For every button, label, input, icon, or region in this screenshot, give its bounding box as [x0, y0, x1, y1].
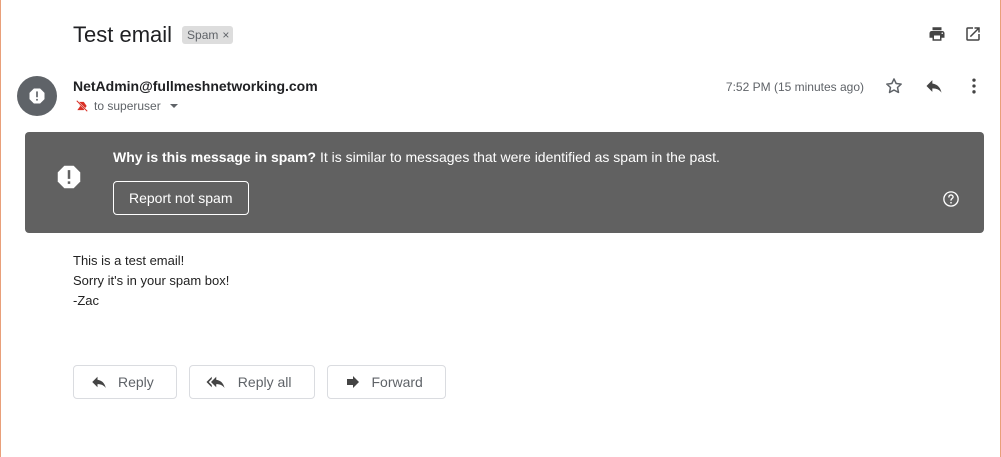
spam-explanation: It is similar to messages that were iden…: [316, 149, 720, 165]
email-subject: Test email: [73, 22, 173, 47]
body-line: Sorry it's in your spam box!: [73, 273, 230, 288]
warning-icon: [29, 88, 45, 104]
forward-icon: [346, 376, 359, 388]
sender-avatar[interactable]: [17, 76, 57, 116]
forward-label: Forward: [371, 374, 423, 390]
reply-all-label: Reply all: [237, 374, 292, 390]
subject-row: Test email Spam ×: [73, 20, 234, 50]
message-actions: Reply Reply all Forward: [73, 365, 446, 399]
thread-toolbar: [927, 24, 983, 44]
spam-reason-text: Why is this message in spam? It is simil…: [113, 149, 720, 165]
report-not-spam-button[interactable]: Report not spam: [113, 181, 249, 215]
body-line: This is a test email!: [73, 253, 185, 268]
forward-button[interactable]: Forward: [326, 365, 446, 399]
recipient-row: to superuser: [75, 99, 178, 113]
sender-address[interactable]: NetAdmin@fullmeshnetworking.com: [73, 78, 318, 94]
reply-all-button[interactable]: Reply all: [188, 365, 315, 399]
email-view: Test email Spam × NetAdmin@fullmeshnetwo…: [0, 0, 1001, 457]
window-edge-left: [0, 0, 1, 457]
show-details-caret-icon[interactable]: [169, 104, 178, 108]
reply-label: Reply: [118, 374, 154, 390]
spam-label-chip[interactable]: Spam ×: [182, 26, 234, 44]
reply-icon: [92, 376, 106, 388]
print-icon[interactable]: [927, 24, 947, 44]
body-line: -Zac: [73, 293, 99, 308]
star-icon[interactable]: [884, 76, 904, 96]
open-in-new-icon[interactable]: [963, 24, 983, 44]
spam-question: Why is this message in spam?: [113, 149, 317, 165]
remove-label-icon[interactable]: ×: [222, 29, 229, 41]
spam-warning-icon: [57, 165, 81, 189]
reply-all-icon: [206, 376, 225, 388]
recipient-text: to superuser: [94, 99, 161, 113]
more-vert-icon[interactable]: [964, 76, 984, 96]
reply-icon[interactable]: [924, 76, 944, 96]
message-body: This is a test email! Sorry it's in your…: [73, 251, 229, 311]
important-off-icon[interactable]: [75, 99, 89, 113]
spam-label-text: Spam: [187, 28, 219, 42]
help-icon[interactable]: [942, 190, 960, 208]
spam-warning-banner: Why is this message in spam? It is simil…: [25, 132, 984, 233]
message-timestamp: 7:52 PM (15 minutes ago): [725, 80, 864, 94]
message-toolbar: [884, 76, 984, 96]
reply-button[interactable]: Reply: [73, 365, 177, 399]
